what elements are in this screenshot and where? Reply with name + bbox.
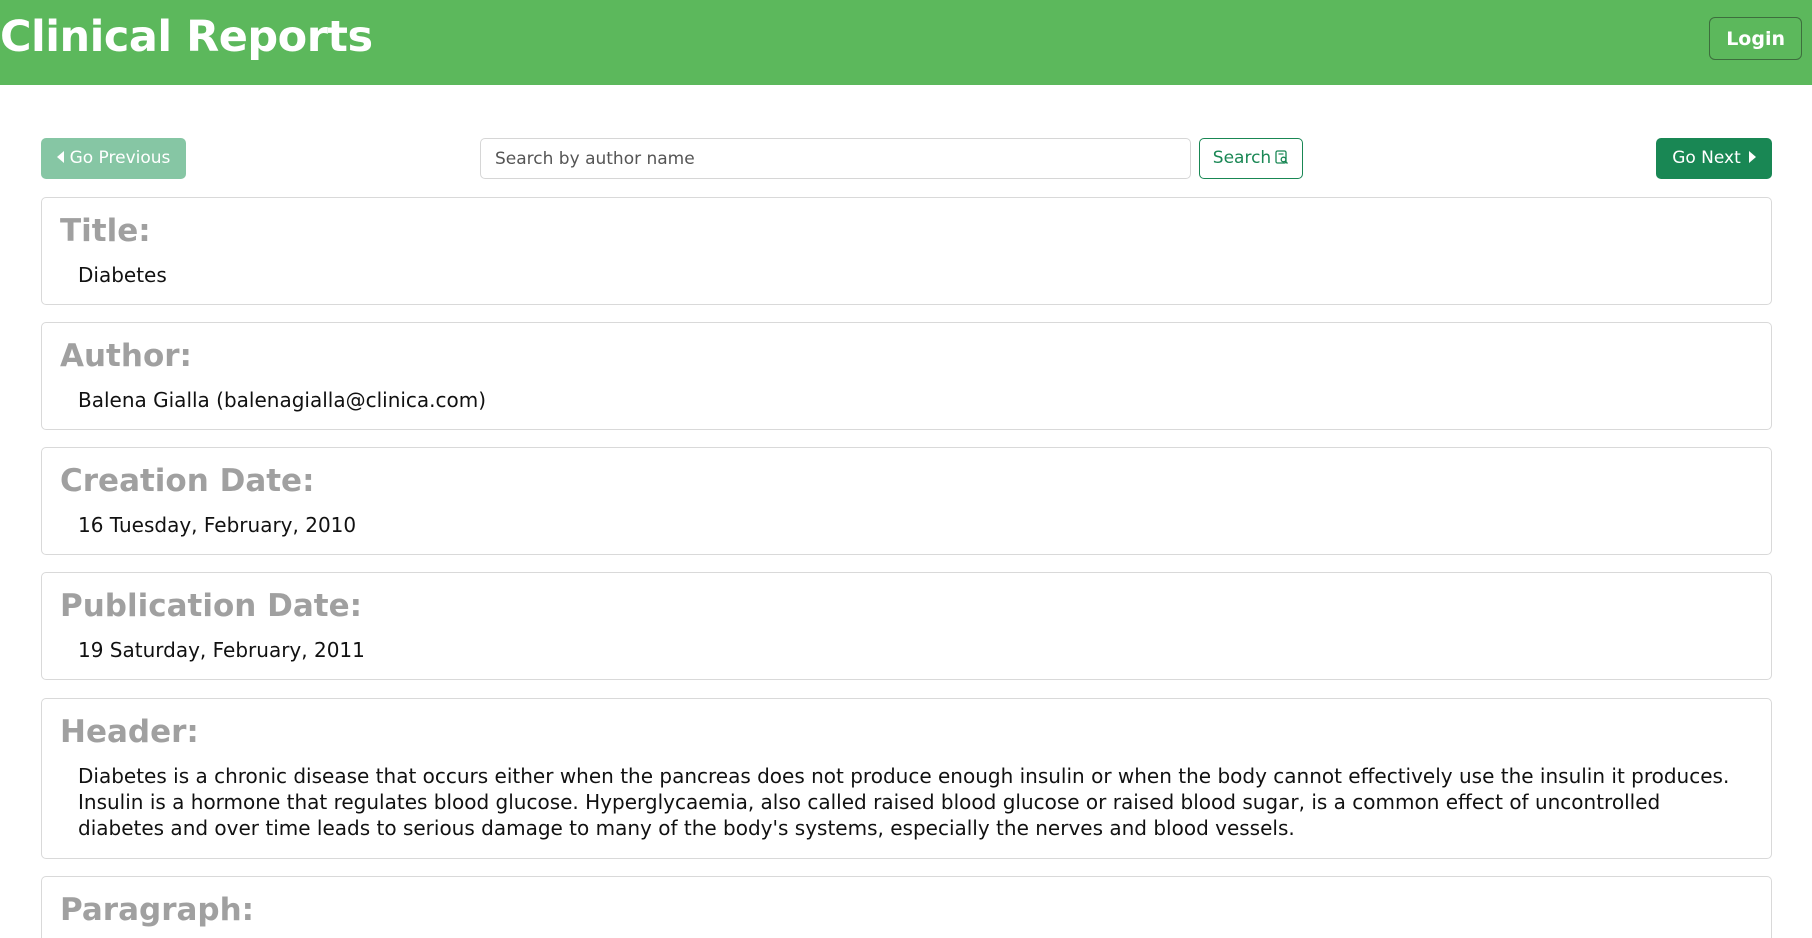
caret-right-icon — [1748, 151, 1756, 163]
navbar: Clinical Reports Login — [0, 0, 1812, 85]
go-previous-button[interactable]: Go Previous — [41, 138, 186, 179]
go-next-button[interactable]: Go Next — [1656, 138, 1772, 179]
paragraph-card: Paragraph: — [41, 876, 1772, 938]
title-value: Diabetes — [78, 263, 167, 287]
author-card: Author: Balena Gialla (balenagialla@clin… — [41, 322, 1772, 430]
title-label: Title: — [60, 213, 151, 249]
caret-left-icon — [56, 151, 64, 163]
login-button[interactable]: Login — [1709, 17, 1802, 60]
title-card: Title: Diabetes — [41, 197, 1772, 305]
creation-date-card: Creation Date: 16 Tuesday, February, 201… — [41, 447, 1772, 555]
go-next-label: Go Next — [1672, 148, 1741, 168]
go-previous-label: Go Previous — [69, 148, 171, 168]
search-input[interactable] — [480, 138, 1191, 179]
toolbar: Go Previous Search Go Next — [41, 138, 1772, 180]
creation-date-value: 16 Tuesday, February, 2010 — [78, 513, 357, 537]
header-value: Diabetes is a chronic disease that occur… — [78, 764, 1730, 840]
app-title[interactable]: Clinical Reports — [0, 12, 373, 62]
publication-date-value: 19 Saturday, February, 2011 — [78, 638, 365, 662]
author-value: Balena Gialla (balenagialla@clinica.com) — [78, 388, 487, 412]
publication-date-card: Publication Date: 19 Saturday, February,… — [41, 572, 1772, 680]
publication-date-label: Publication Date: — [60, 588, 363, 624]
search-button[interactable]: Search — [1199, 138, 1303, 179]
search-button-label: Search — [1212, 148, 1272, 168]
paragraph-label: Paragraph: — [60, 892, 255, 928]
search-document-icon — [1275, 149, 1289, 164]
author-label: Author: — [60, 338, 192, 374]
header-label: Header: — [60, 714, 199, 750]
header-card: Header: Diabetes is a chronic disease th… — [41, 698, 1772, 859]
creation-date-label: Creation Date: — [60, 463, 315, 499]
